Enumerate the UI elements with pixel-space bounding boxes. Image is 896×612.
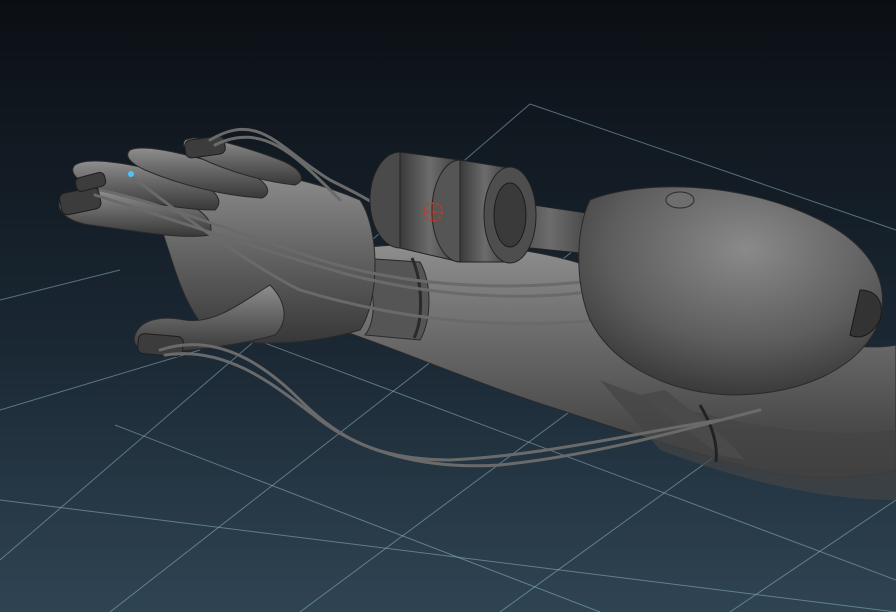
shell-button-icon[interactable] xyxy=(665,191,695,209)
3d-viewport[interactable] xyxy=(0,0,896,612)
vertex-point-icon[interactable] xyxy=(128,171,134,177)
viewport-canvas[interactable] xyxy=(0,0,896,612)
